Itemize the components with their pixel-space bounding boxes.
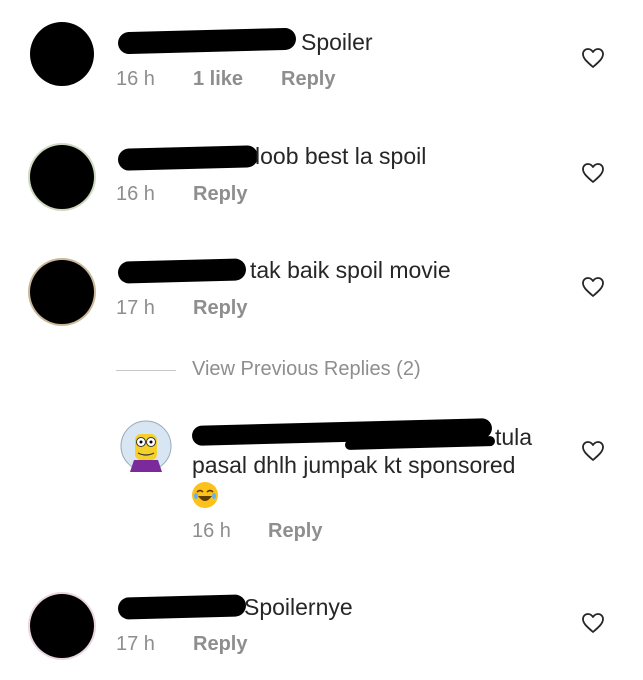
- reply-button[interactable]: Reply: [281, 68, 335, 91]
- comment-time: 16 h: [116, 183, 155, 205]
- reply-text-line2: pasal dhlh jumpak kt sponsored: [192, 452, 516, 478]
- redacted-username[interactable]: [117, 594, 247, 620]
- reply-text-line1: tula: [495, 424, 533, 450]
- heart-icon[interactable]: [581, 612, 605, 634]
- comment-text: Spoilernye: [244, 594, 353, 620]
- comment-time: 17 h: [116, 297, 155, 319]
- view-previous-replies[interactable]: View Previous Replies (2): [116, 358, 446, 386]
- comment-time: 16 h: [116, 68, 155, 90]
- redacted-username[interactable]: [117, 27, 297, 55]
- redacted-username[interactable]: [117, 145, 259, 171]
- comment-item: loob best la spoil 16 h Reply: [0, 125, 643, 235]
- reply-button[interactable]: Reply: [193, 633, 247, 656]
- comment-item: tak baik spoil movie 17 h Reply: [0, 240, 643, 350]
- redacted-avatar[interactable]: [30, 22, 94, 86]
- redacted-avatar[interactable]: [30, 260, 94, 324]
- heart-icon[interactable]: [581, 162, 605, 184]
- heart-icon[interactable]: [581, 440, 605, 462]
- reply-button[interactable]: Reply: [268, 520, 322, 543]
- redacted-avatar[interactable]: [30, 594, 94, 658]
- heart-icon[interactable]: [581, 47, 605, 69]
- comment-item: Spoiler 16 h 1 like Reply: [0, 0, 643, 110]
- likes-count[interactable]: 1 like: [193, 68, 243, 91]
- reply-button[interactable]: Reply: [193, 297, 247, 320]
- heart-icon[interactable]: [581, 276, 605, 298]
- comment-time: 17 h: [116, 633, 155, 655]
- redacted-username[interactable]: [117, 258, 247, 284]
- laughing-emoji-icon: [192, 482, 218, 508]
- comment-text: tak baik spoil movie: [250, 257, 451, 283]
- reply-button[interactable]: Reply: [193, 183, 247, 206]
- comment-text: loob best la spoil: [255, 143, 427, 169]
- comment-text: Spoiler: [301, 29, 373, 55]
- reply-item: tula pasal dhlh jumpak kt sponsored 16 h…: [0, 400, 643, 570]
- comment-item: Spoilernye 17 h Reply: [0, 580, 643, 680]
- reply-time: 16 h: [192, 520, 231, 542]
- redacted-avatar[interactable]: [30, 145, 94, 209]
- view-previous-replies-label[interactable]: View Previous Replies (2): [192, 358, 421, 381]
- cartoon-avatar[interactable]: [120, 420, 172, 472]
- divider-line: [116, 370, 176, 371]
